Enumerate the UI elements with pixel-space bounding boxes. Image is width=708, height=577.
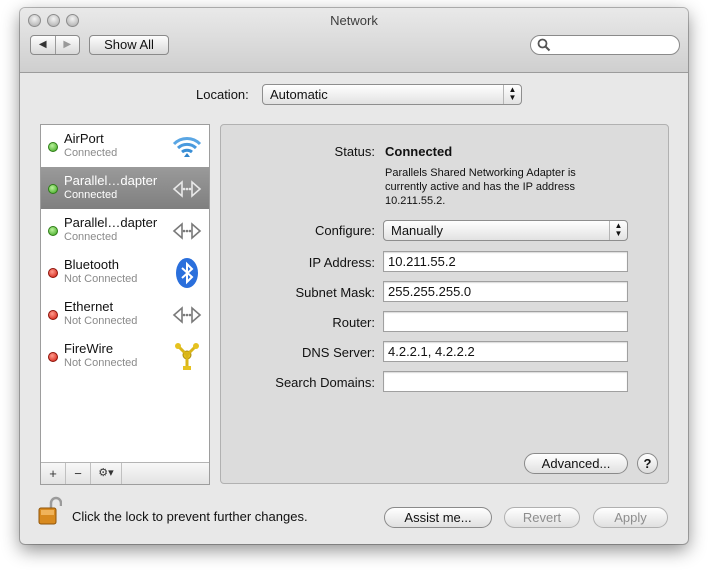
service-name: Parallel…dapter	[64, 215, 158, 230]
service-status: Connected	[64, 189, 118, 201]
firewire-icon	[175, 343, 199, 370]
status-dot	[48, 352, 58, 362]
back-forward-control: ◀ ▶	[30, 35, 80, 55]
location-value: Automatic	[270, 87, 328, 102]
subnet-mask-label: Subnet Mask:	[295, 285, 376, 300]
status-label: Status:	[334, 144, 375, 159]
status-dot	[48, 268, 58, 278]
service-name: Parallel…dapter	[64, 173, 158, 188]
service-name: Ethernet	[64, 299, 114, 314]
popup-arrows-icon: ▲ ▼	[609, 221, 627, 240]
apply-button[interactable]: Apply	[593, 507, 668, 528]
help-button[interactable]: ?	[637, 453, 658, 474]
ethernet-arrows-icon	[172, 306, 202, 324]
status-value: Connected	[385, 144, 453, 159]
advanced-button[interactable]: Advanced...	[524, 453, 628, 474]
bluetooth-icon	[176, 258, 198, 288]
revert-button[interactable]: Revert	[504, 507, 580, 528]
location-popup[interactable]: Automatic ▲ ▼	[262, 84, 522, 105]
ip-address-label: IP Address:	[308, 255, 375, 270]
dns-server-label: DNS Server:	[302, 345, 375, 360]
service-item-parallels-1[interactable]: Parallel…dapter Connected	[41, 167, 209, 209]
service-detail-panel: Status: Connected Parallels Shared Netwo…	[220, 124, 669, 484]
gear-icon[interactable]: ⚙▾	[91, 463, 122, 484]
service-status: Not Connected	[64, 315, 138, 327]
status-description: Parallels Shared Networking Adapter is c…	[385, 167, 576, 207]
lock-message: Click the lock to prevent further change…	[72, 509, 308, 524]
network-preferences-window: Network ◀ ▶ Show All Location: Automatic…	[20, 8, 688, 544]
service-status: Not Connected	[64, 273, 138, 285]
service-list-controls: + − ⚙▾	[41, 462, 209, 484]
service-name: AirPort	[64, 131, 104, 146]
window-title: Network	[330, 13, 378, 28]
status-dot	[48, 226, 58, 236]
service-item-firewire[interactable]: FireWire Not Connected	[41, 335, 209, 377]
search-input[interactable]	[530, 35, 680, 55]
service-status: Not Connected	[64, 357, 138, 369]
forward-button[interactable]: ▶	[54, 36, 80, 54]
titlebar: Network ◀ ▶ Show All	[20, 8, 688, 73]
wifi-icon	[172, 137, 202, 157]
show-all-button[interactable]: Show All	[89, 35, 169, 55]
service-item-airport[interactable]: AirPort Connected	[41, 125, 209, 167]
dns-server-field[interactable]: 4.2.2.1, 4.2.2.2	[383, 341, 628, 362]
router-field[interactable]	[383, 311, 628, 332]
service-name: Bluetooth	[64, 257, 119, 272]
service-item-parallels-2[interactable]: Parallel…dapter Connected	[41, 209, 209, 251]
back-button[interactable]: ◀	[31, 36, 55, 54]
add-service-button[interactable]: +	[41, 463, 66, 484]
status-dot	[48, 142, 58, 152]
router-label: Router:	[332, 315, 375, 330]
ip-address-field[interactable]: 10.211.55.2	[383, 251, 628, 272]
search-icon	[537, 38, 551, 52]
configure-value: Manually	[391, 223, 444, 238]
lock-icon[interactable]	[38, 496, 62, 526]
service-status: Connected	[64, 147, 118, 159]
ethernet-arrows-icon	[172, 180, 202, 198]
configure-popup[interactable]: Manually ▲ ▼	[383, 220, 628, 241]
search-domains-label: Search Domains:	[275, 375, 375, 390]
popup-arrows-icon: ▲ ▼	[503, 85, 521, 104]
remove-service-button[interactable]: −	[66, 463, 91, 484]
ethernet-arrows-icon	[172, 222, 202, 240]
service-list: AirPort Connected Parallel…dapter Connec…	[40, 124, 210, 485]
configure-label: Configure:	[315, 223, 375, 238]
status-dot	[48, 184, 58, 194]
assist-me-button[interactable]: Assist me...	[384, 507, 492, 528]
service-status: Connected	[64, 231, 118, 243]
search-domains-field[interactable]	[383, 371, 628, 392]
location-label: Location:	[196, 87, 249, 102]
status-dot	[48, 310, 58, 320]
subnet-mask-field[interactable]: 255.255.255.0	[383, 281, 628, 302]
service-item-ethernet[interactable]: Ethernet Not Connected	[41, 293, 209, 335]
service-item-bluetooth[interactable]: Bluetooth Not Connected	[41, 251, 209, 293]
service-name: FireWire	[64, 341, 114, 356]
